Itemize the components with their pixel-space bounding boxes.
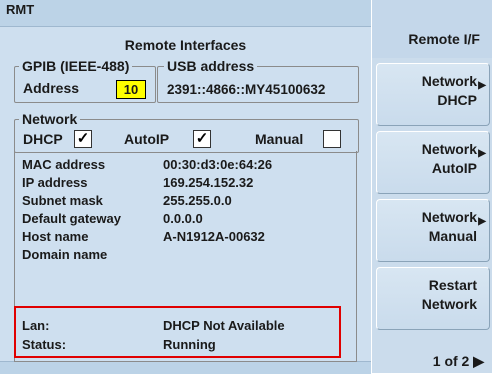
gpib-address-label: Address bbox=[23, 80, 80, 96]
lan-value: DHCP Not Available bbox=[163, 318, 285, 333]
manual-checkbox[interactable] bbox=[323, 130, 341, 148]
manual-label: Manual bbox=[255, 131, 304, 147]
softkey-line2: Manual bbox=[428, 228, 477, 244]
info-label: MAC address bbox=[22, 157, 106, 172]
autoip-checkbox[interactable]: ✓ bbox=[193, 130, 211, 148]
gpib-address-field[interactable]: 10 bbox=[116, 80, 146, 99]
softkey-line2: DHCP bbox=[437, 92, 477, 108]
dhcp-checkbox[interactable]: ✓ bbox=[74, 130, 92, 148]
mode-bar: RMT bbox=[0, 0, 371, 27]
autoip-label: AutoIP bbox=[124, 131, 170, 147]
softkey-panel-title: Remote I/F bbox=[408, 31, 480, 47]
lan-label: Lan: bbox=[22, 318, 50, 333]
info-label: Domain name bbox=[22, 247, 108, 262]
mode-label: RMT bbox=[6, 2, 35, 17]
dhcp-label: DHCP bbox=[23, 131, 63, 147]
info-value: 169.254.152.32 bbox=[163, 175, 254, 190]
info-value: 00:30:d3:0e:64:26 bbox=[163, 157, 273, 172]
page-title: Remote Interfaces bbox=[124, 37, 247, 53]
network-dhcp-button[interactable]: Network DHCP ▶ bbox=[376, 63, 490, 126]
info-label: IP address bbox=[22, 175, 88, 190]
softkey-line2: AutoIP bbox=[431, 160, 477, 176]
network-manual-button[interactable]: Network Manual ▶ bbox=[376, 199, 490, 262]
arrow-right-icon: ▶ bbox=[478, 80, 486, 91]
check-icon: ✓ bbox=[76, 130, 90, 147]
arrow-right-icon: ▶ bbox=[478, 148, 486, 159]
softkey-line1: Network bbox=[421, 141, 477, 157]
network-autoip-button[interactable]: Network AutoIP ▶ bbox=[376, 131, 490, 194]
softkey-line2: Network bbox=[421, 296, 477, 312]
info-value: 255.255.0.0 bbox=[163, 193, 232, 208]
info-value: A-N1912A-00632 bbox=[163, 229, 265, 244]
arrow-right-icon: ▶ bbox=[478, 216, 486, 227]
page-indicator[interactable]: 1 of 2 ▶ bbox=[433, 353, 484, 370]
network-group: Network bbox=[14, 111, 359, 153]
softkey-line1: Restart bbox=[428, 277, 477, 293]
info-label: Default gateway bbox=[22, 211, 121, 226]
info-value: 0.0.0.0 bbox=[163, 211, 203, 226]
check-icon: ✓ bbox=[195, 130, 209, 147]
status-label: Status: bbox=[22, 337, 67, 352]
display-bottom-bar bbox=[0, 361, 371, 374]
info-label: Host name bbox=[22, 229, 89, 244]
network-legend: Network bbox=[22, 111, 78, 127]
restart-network-button[interactable]: Restart Network bbox=[376, 267, 490, 330]
softkey-line1: Network bbox=[421, 209, 477, 225]
softkey-line1: Network bbox=[421, 73, 477, 89]
usb-legend: USB address bbox=[167, 58, 255, 74]
info-label: Subnet mask bbox=[22, 193, 103, 208]
usb-address-value: 2391::4866::MY45100632 bbox=[167, 82, 326, 97]
gpib-legend: GPIB (IEEE-488) bbox=[22, 58, 130, 74]
softkey-panel-header: Remote I/F bbox=[372, 0, 492, 58]
status-value: Running bbox=[163, 337, 216, 352]
